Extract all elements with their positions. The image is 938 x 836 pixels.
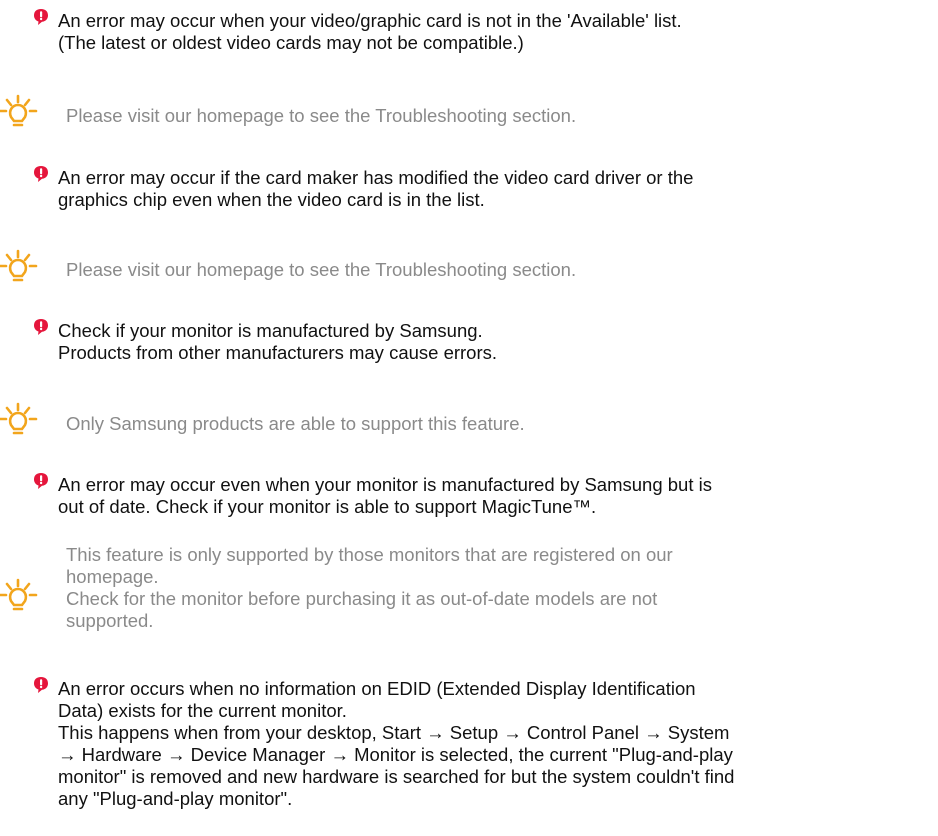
text-line: This feature is only supported by those … — [66, 544, 673, 565]
text-line: Products from other manufacturers may ca… — [58, 342, 498, 363]
text-line: An error may occur even when your monito… — [58, 474, 712, 495]
lightbulb-tip-icon — [0, 402, 40, 442]
error-icon — [33, 318, 49, 336]
error-text: An error may occur when your video/graph… — [58, 10, 908, 54]
error-icon — [33, 472, 49, 490]
error-icon — [33, 8, 49, 26]
text-line: supported. — [66, 610, 154, 631]
text-line: monitor" is removed and new hardware is … — [58, 766, 735, 787]
text-line: any "Plug-and-play monitor". — [58, 788, 293, 809]
tip-text: Please visit our homepage to see the Tro… — [66, 259, 908, 281]
error-icon — [33, 165, 49, 183]
tip-text: Please visit our homepage to see the Tro… — [66, 105, 908, 127]
error-icon — [33, 676, 49, 694]
text-line: out of date. Check if your monitor is ab… — [58, 496, 597, 517]
error-text: An error may occur even when your monito… — [58, 474, 908, 518]
tip-text: Only Samsung products are able to suppor… — [66, 413, 908, 435]
text-line: Only Samsung products are able to suppor… — [66, 413, 525, 434]
text-line: This happens when from your desktop, Sta… — [58, 722, 730, 743]
tip-text: This feature is only supported by those … — [66, 544, 908, 632]
lightbulb-tip-icon — [0, 94, 40, 134]
text-line: graphics chip even when the video card i… — [58, 189, 485, 210]
text-line: Please visit our homepage to see the Tro… — [66, 259, 577, 280]
text-line: (The latest or oldest video cards may no… — [58, 32, 524, 53]
text-line: An error may occur when your video/graph… — [58, 10, 682, 31]
error-text: Check if your monitor is manufactured by… — [58, 320, 908, 364]
text-line: Check for the monitor before purchasing … — [66, 588, 658, 609]
error-text: An error may occur if the card maker has… — [58, 167, 908, 211]
text-line: Check if your monitor is manufactured by… — [58, 320, 483, 341]
lightbulb-tip-icon — [0, 249, 40, 289]
text-line: An error occurs when no information on E… — [58, 678, 696, 699]
text-line: → Hardware → Device Manager → Monitor is… — [58, 744, 733, 765]
error-text: An error occurs when no information on E… — [58, 678, 908, 810]
text-line: An error may occur if the card maker has… — [58, 167, 694, 188]
text-line: Please visit our homepage to see the Tro… — [66, 105, 577, 126]
text-line: homepage. — [66, 566, 159, 587]
text-line: Data) exists for the current monitor. — [58, 700, 347, 721]
lightbulb-tip-icon — [0, 578, 40, 618]
